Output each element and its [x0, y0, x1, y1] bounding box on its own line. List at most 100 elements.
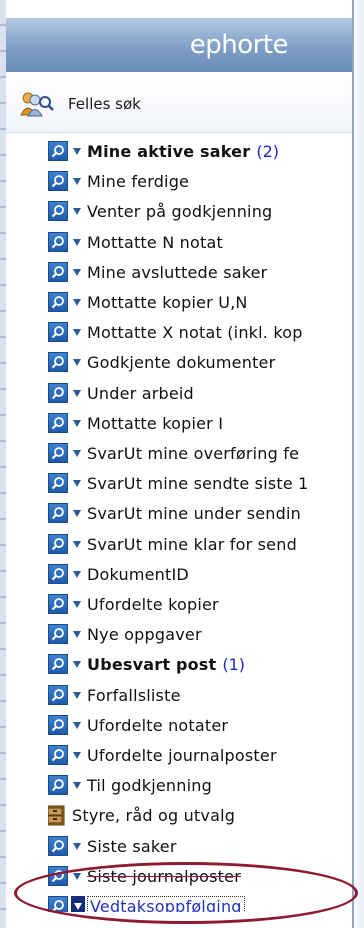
- list-item[interactable]: Siste journalposter: [48, 863, 352, 889]
- list-item-label: Mottatte kopier U,N: [87, 292, 248, 312]
- search-icon[interactable]: [48, 654, 68, 674]
- list-item[interactable]: Ubesvart post (1): [48, 651, 352, 677]
- list-item-label: Nye oppgaver: [87, 624, 202, 644]
- list-item-label: Mottatte X notat (inkl. kop: [87, 322, 303, 342]
- search-icon[interactable]: [48, 503, 68, 523]
- list-item[interactable]: Ufordelte kopier: [48, 591, 352, 617]
- expand-arrow-icon[interactable]: [73, 872, 81, 880]
- item-count: (2): [256, 141, 279, 161]
- search-icon[interactable]: [48, 322, 68, 342]
- list-item[interactable]: Ufordelte notater: [48, 712, 352, 738]
- expand-arrow-icon[interactable]: [73, 298, 81, 306]
- search-icon[interactable]: [48, 836, 68, 856]
- search-icon[interactable]: [48, 262, 68, 282]
- list-item-label: Til godkjenning: [87, 775, 212, 795]
- list-item[interactable]: Mottatte X notat (inkl. kop: [48, 319, 352, 345]
- list-item[interactable]: Mine aktive saker (2): [48, 138, 352, 164]
- expand-arrow-icon[interactable]: [73, 419, 81, 427]
- expand-arrow-icon[interactable]: [71, 896, 85, 912]
- expand-arrow-icon[interactable]: [73, 781, 81, 789]
- list-item[interactable]: Vedtaksoppfølging: [48, 893, 352, 912]
- list-item[interactable]: Styre, råd og utvalg: [48, 802, 352, 828]
- list-item-label: Under arbeid: [87, 383, 194, 403]
- list-item[interactable]: Godkjente dokumenter: [48, 349, 352, 375]
- list-item-label: Venter på godkjenning: [87, 201, 273, 221]
- list-item[interactable]: Til godkjenning: [48, 772, 352, 798]
- list-item[interactable]: Mine avsluttede saker: [48, 259, 352, 285]
- search-icon[interactable]: [48, 232, 68, 252]
- list-item-label: Siste journalposter: [87, 866, 241, 886]
- search-icon[interactable]: [48, 564, 68, 584]
- search-icon[interactable]: [48, 383, 68, 403]
- left-frame-edge: [0, 0, 6, 928]
- search-icon[interactable]: [48, 443, 68, 463]
- expand-arrow-icon[interactable]: [73, 147, 81, 155]
- scrollbar[interactable]: [352, 0, 364, 928]
- list-item[interactable]: SvarUt mine under sendin: [48, 500, 352, 526]
- list-item[interactable]: Mottatte kopier I: [48, 410, 352, 436]
- search-icon[interactable]: [48, 352, 68, 372]
- list-item-label: Mine aktive saker: [87, 141, 251, 161]
- search-icon[interactable]: [48, 413, 68, 433]
- expand-arrow-icon[interactable]: [73, 268, 81, 276]
- expand-arrow-icon[interactable]: [73, 479, 81, 487]
- list-item[interactable]: Nye oppgaver: [48, 621, 352, 647]
- expand-arrow-icon[interactable]: [73, 842, 81, 850]
- search-icon[interactable]: [48, 534, 68, 554]
- list-item[interactable]: Mine ferdige: [48, 168, 352, 194]
- search-icon[interactable]: [48, 141, 68, 161]
- list-item-label: Mottatte kopier I: [87, 413, 224, 433]
- list-item[interactable]: Ufordelte journalposter: [48, 742, 352, 768]
- expand-arrow-icon[interactable]: [73, 751, 81, 759]
- list-item-label: Mottatte N notat: [87, 232, 223, 252]
- app-logo: ephorte: [189, 30, 289, 60]
- expand-arrow-icon[interactable]: [73, 540, 81, 548]
- expand-arrow-icon[interactable]: [73, 691, 81, 699]
- felles-sok-label: Felles søk: [68, 95, 141, 113]
- list-item[interactable]: Mottatte kopier U,N: [48, 289, 352, 315]
- expand-arrow-icon[interactable]: [73, 328, 81, 336]
- list-item-label: Forfallsliste: [87, 685, 181, 705]
- expand-arrow-icon[interactable]: [73, 358, 81, 366]
- list-item[interactable]: SvarUt mine sendte siste 1: [48, 470, 352, 496]
- expand-arrow-icon[interactable]: [73, 630, 81, 638]
- search-icon[interactable]: [48, 775, 68, 795]
- search-icon[interactable]: [48, 896, 68, 912]
- search-icon[interactable]: [48, 685, 68, 705]
- people-search-icon: [20, 92, 54, 117]
- search-icon[interactable]: [48, 594, 68, 614]
- search-icon[interactable]: [48, 473, 68, 493]
- list-item-label: Siste saker: [87, 836, 177, 856]
- list-item-label: Ufordelte kopier: [87, 594, 219, 614]
- list-item[interactable]: Siste saker: [48, 833, 352, 859]
- expand-arrow-icon[interactable]: [73, 449, 81, 457]
- list-item[interactable]: SvarUt mine klar for send: [48, 531, 352, 557]
- expand-arrow-icon[interactable]: [73, 238, 81, 246]
- felles-sok-button[interactable]: Felles søk: [6, 76, 352, 133]
- expand-arrow-icon[interactable]: [73, 509, 81, 517]
- search-icon[interactable]: [48, 745, 68, 765]
- list-item[interactable]: DokumentID: [48, 561, 352, 587]
- expand-arrow-icon[interactable]: [73, 660, 81, 668]
- list-item[interactable]: Under arbeid: [48, 380, 352, 406]
- search-icon[interactable]: [48, 624, 68, 644]
- search-icon[interactable]: [48, 866, 68, 886]
- expand-arrow-icon[interactable]: [73, 389, 81, 397]
- list-item[interactable]: Mottatte N notat: [48, 229, 352, 255]
- list-item[interactable]: Forfallsliste: [48, 682, 352, 708]
- list-item-label: Ufordelte notater: [87, 715, 229, 735]
- list-item[interactable]: SvarUt mine overføring fe: [48, 440, 352, 466]
- expand-arrow-icon[interactable]: [73, 570, 81, 578]
- search-icon[interactable]: [48, 715, 68, 735]
- list-item[interactable]: Venter på godkjenning: [48, 198, 352, 224]
- list-item-label: Ubesvart post: [87, 654, 217, 674]
- list-item-label: Mine avsluttede saker: [87, 262, 268, 282]
- expand-arrow-icon[interactable]: [73, 600, 81, 608]
- list-item-label: Godkjente dokumenter: [87, 352, 276, 372]
- expand-arrow-icon[interactable]: [73, 207, 81, 215]
- expand-arrow-icon[interactable]: [73, 177, 81, 185]
- search-icon[interactable]: [48, 171, 68, 191]
- search-icon[interactable]: [48, 201, 68, 221]
- search-icon[interactable]: [48, 292, 68, 312]
- expand-arrow-icon[interactable]: [73, 721, 81, 729]
